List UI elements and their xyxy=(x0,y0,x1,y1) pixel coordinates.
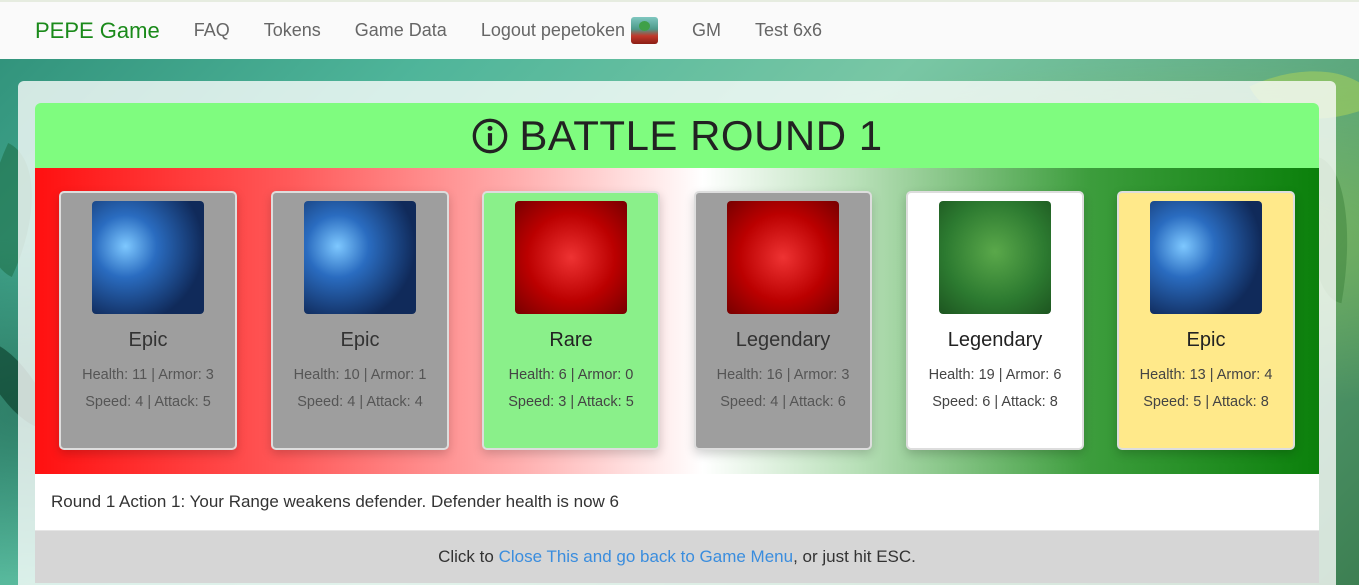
brand-link[interactable]: PEPE Game xyxy=(35,18,160,44)
card-rarity: Legendary xyxy=(735,329,831,351)
card-stats: Health: 11 | Armor: 3 Speed: 4 | Attack:… xyxy=(82,367,214,410)
card-rarity: Epic xyxy=(128,329,168,351)
archer-frog-image xyxy=(939,201,1051,314)
card-rarity: Epic xyxy=(340,329,380,351)
battle-card[interactable]: Epic Health: 11 | Armor: 3 Speed: 4 | At… xyxy=(59,191,237,450)
footer-suffix: , or just hit ESC. xyxy=(793,547,916,566)
card-stats: Health: 16 | Armor: 3 Speed: 4 | Attack:… xyxy=(716,367,850,410)
modal-title: BATTLE ROUND 1 xyxy=(519,111,883,159)
card-rarity: Epic xyxy=(1186,329,1226,351)
nav-game-data[interactable]: Game Data xyxy=(355,20,447,41)
battle-card[interactable]: Legendary Health: 16 | Armor: 3 Speed: 4… xyxy=(694,191,872,450)
nav-tokens[interactable]: Tokens xyxy=(264,20,321,41)
battle-card[interactable]: Legendary Health: 19 | Armor: 6 Speed: 6… xyxy=(906,191,1084,450)
battle-modal: BATTLE ROUND 1 Epic Health: 11 | Armor: … xyxy=(35,103,1319,585)
card-stats: Health: 6 | Armor: 0 Speed: 3 | Attack: … xyxy=(508,367,634,410)
ninja-frog-image xyxy=(727,201,839,314)
card-stats: Health: 10 | Armor: 1 Speed: 4 | Attack:… xyxy=(293,367,427,410)
wizard-frog-image xyxy=(304,201,416,314)
nav-gm[interactable]: GM xyxy=(692,20,721,41)
ninja-frog-image xyxy=(515,201,627,314)
nav-test-6x6[interactable]: Test 6x6 xyxy=(755,20,822,41)
battle-log-line: Round 1 Action 1: Your Range weakens def… xyxy=(35,474,1319,531)
top-navbar: PEPE Game FAQ Tokens Game Data Logout pe… xyxy=(0,0,1359,59)
wizard-frog-image xyxy=(1150,201,1262,314)
card-stats: Health: 19 | Armor: 6 Speed: 6 | Attack:… xyxy=(928,367,1062,410)
card-stats: Health: 13 | Armor: 4 Speed: 5 | Attack:… xyxy=(1139,367,1273,410)
wizard-frog-image xyxy=(92,201,204,314)
battle-cards-row: Epic Health: 11 | Armor: 3 Speed: 4 | At… xyxy=(35,168,1319,474)
user-avatar xyxy=(630,17,658,44)
info-icon xyxy=(473,118,508,153)
modal-header: BATTLE ROUND 1 xyxy=(35,103,1319,168)
close-modal-link[interactable]: Close This and go back to Game Menu xyxy=(499,547,794,567)
battle-card[interactable]: Epic Health: 13 | Armor: 4 Speed: 5 | At… xyxy=(1117,191,1295,450)
card-rarity: Legendary xyxy=(947,329,1043,351)
battle-card[interactable]: Epic Health: 10 | Armor: 1 Speed: 4 | At… xyxy=(271,191,449,450)
nav-logout-label: Logout pepetoken xyxy=(480,20,625,40)
card-rarity: Rare xyxy=(549,329,593,351)
battle-card[interactable]: Rare Health: 6 | Armor: 0 Speed: 3 | Att… xyxy=(482,191,660,450)
nav-faq[interactable]: FAQ xyxy=(194,20,230,41)
modal-footer: Click to Close This and go back to Game … xyxy=(35,531,1319,583)
nav-logout[interactable]: Logout pepetoken xyxy=(481,17,658,44)
footer-prefix: Click to xyxy=(438,547,494,566)
